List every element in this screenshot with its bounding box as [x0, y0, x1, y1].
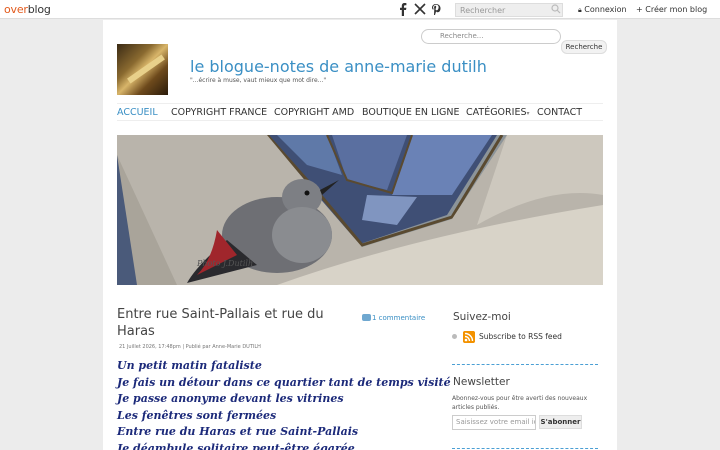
nav-item-copyright-france[interactable]: COPYRIGHT FRANCE [171, 107, 267, 119]
newsletter-description: Abonnez-vous pour être averti des nouvea… [452, 395, 588, 411]
create-blog-link[interactable]: + Créer mon blog [636, 4, 707, 15]
header-banner-photo: Photo J.Dutilh [117, 135, 603, 285]
overblog-topbar: overblog Rechercher 🔒︎ Connexion + Créer… [0, 0, 720, 19]
chevron-down-icon: ▾ [526, 110, 530, 117]
overblog-logo[interactable]: overblog [4, 3, 51, 17]
sidebar-divider [452, 448, 598, 449]
main-nav: ACCUEIL COPYRIGHT FRANCE COPYRIGHT AMD B… [117, 103, 603, 121]
rss-link[interactable]: Subscribe to RSS feed [479, 332, 562, 342]
post-title[interactable]: Entre rue Saint-Pallais et rue du Haras [117, 306, 337, 340]
follow-title: Suivez-moi [453, 311, 511, 323]
poem-line: Je fais un détour dans ce quartier tant … [117, 375, 451, 389]
post-body: Un petit matin fataliste Je fais un déto… [117, 358, 451, 450]
comment-icon [362, 314, 371, 321]
newsletter-title: Newsletter [453, 376, 510, 388]
rss-icon[interactable] [463, 331, 475, 343]
blog-subtitle: "...écrire à muse, vaut mieux que mot di… [190, 77, 327, 84]
search-icon[interactable] [551, 4, 561, 14]
logo-suffix: blog [27, 3, 51, 16]
bullet-icon [452, 334, 457, 339]
login-link[interactable]: 🔒︎ Connexion [578, 4, 627, 16]
poem-line: Entre rue du Haras et rue Saint-Pallais [117, 425, 359, 438]
poem-line: Les fenêtres sont fermées [117, 408, 277, 422]
pinterest-icon[interactable] [431, 3, 441, 16]
blog-search-input[interactable]: Recherche... [421, 29, 561, 44]
plus-icon: + [636, 5, 643, 14]
blog-search-button[interactable]: Recherche [561, 40, 607, 54]
nav-item-boutique[interactable]: BOUTIQUE EN LIGNE [362, 107, 460, 119]
newsletter-email-input[interactable]: Saisissez votre email ici [452, 415, 536, 430]
logo-prefix: over [4, 3, 28, 16]
nav-item-categories-label: CATÉGORIES [466, 107, 527, 118]
x-icon[interactable] [414, 3, 426, 15]
login-label: Connexion [584, 5, 627, 14]
nav-item-accueil[interactable]: ACCUEIL [117, 107, 158, 119]
nav-item-contact[interactable]: CONTACT [537, 107, 582, 119]
comments-link[interactable]: 1 commentaire [362, 313, 425, 323]
create-blog-label: Créer mon blog [645, 5, 708, 14]
blog-title[interactable]: le blogue-notes de anne-marie dutilh [190, 57, 487, 77]
sidebar-divider [452, 364, 598, 365]
nav-item-categories[interactable]: CATÉGORIES▾ [466, 107, 530, 120]
post-meta: 21 Juillet 2026, 17:48pm | Publié par An… [119, 344, 261, 350]
facebook-icon[interactable] [399, 3, 407, 16]
bird-photo: Photo J.Dutilh [117, 135, 603, 285]
lock-icon: 🔒︎ [578, 6, 582, 14]
nav-item-copyright-amd[interactable]: COPYRIGHT AMD [274, 107, 354, 119]
newsletter-subscribe-button[interactable]: S'abonner [539, 415, 582, 429]
overblog-search-input[interactable]: Rechercher [455, 3, 563, 17]
poem-line: Je déambule solitaire peut-être égarée [117, 441, 355, 450]
comments-count: 1 commentaire [372, 314, 426, 322]
photo-caption: Photo J.Dutilh [196, 259, 253, 268]
poem-line: Je passe anonyme devant les vitrines [117, 392, 344, 405]
blog-avatar[interactable] [117, 44, 168, 95]
poem-line: Un petit matin fataliste [117, 359, 262, 372]
